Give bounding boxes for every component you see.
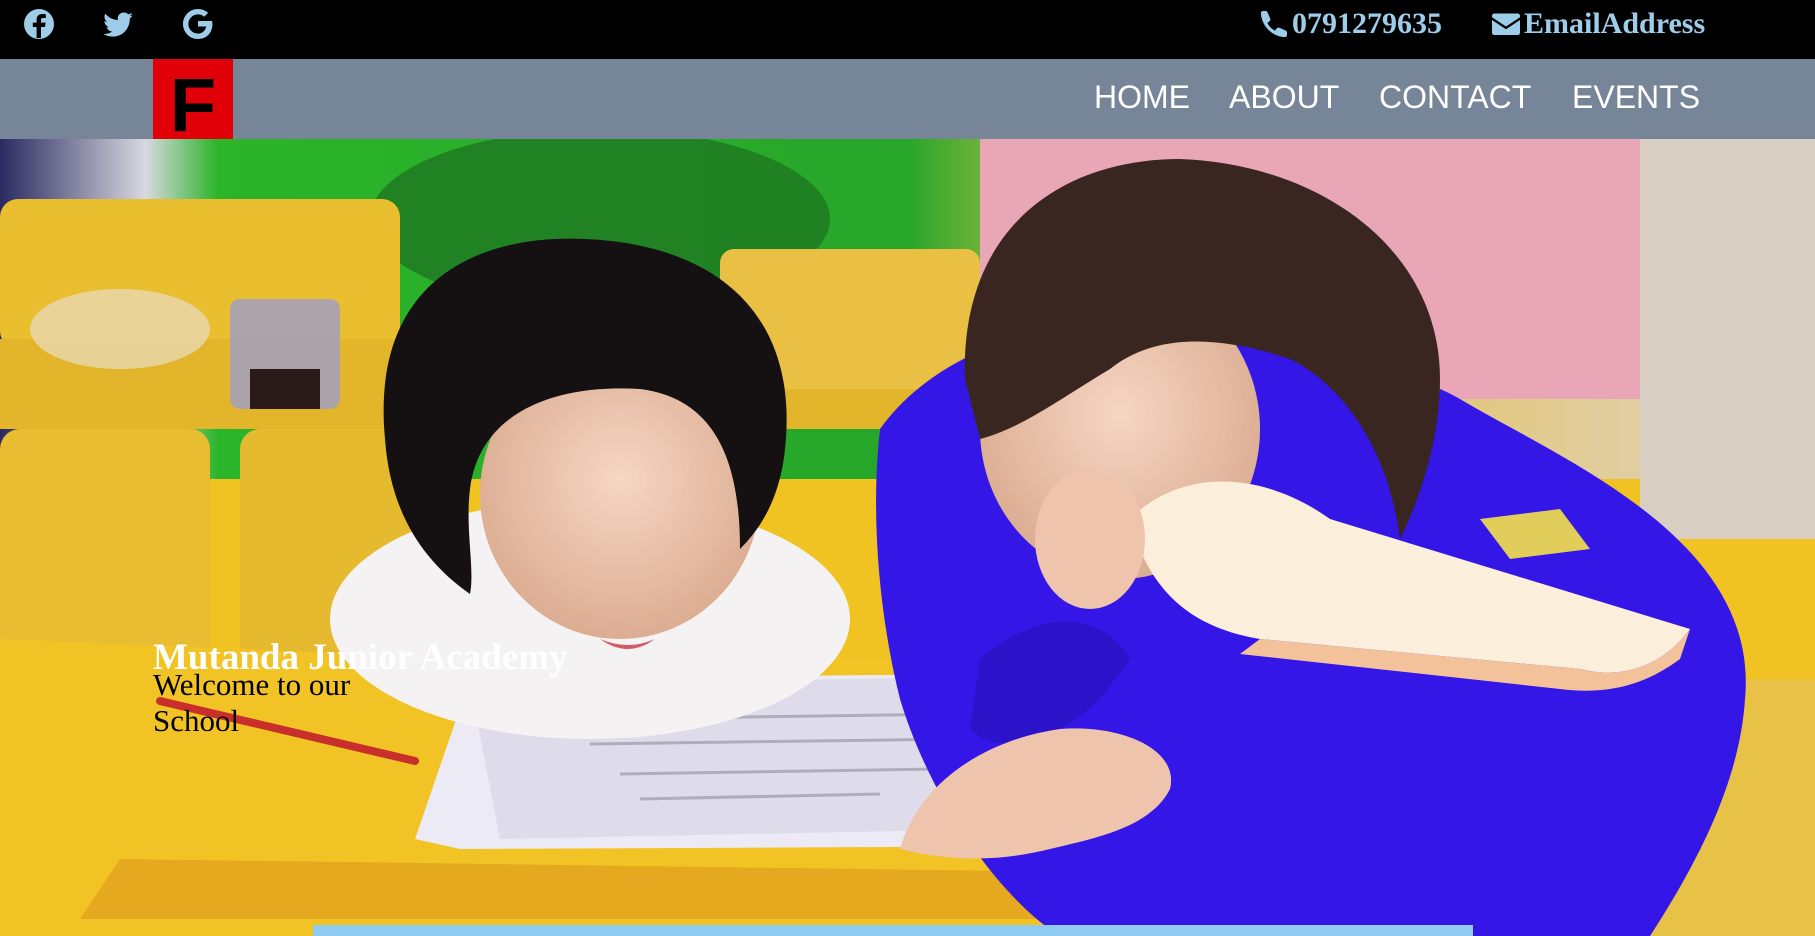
twitter-link[interactable] bbox=[101, 7, 135, 41]
nav-contact[interactable]: CONTACT bbox=[1379, 77, 1531, 117]
facebook-icon bbox=[24, 9, 54, 39]
top-contact-bar: 0791279635 EmailAddress bbox=[0, 0, 1815, 59]
phone-contact[interactable]: 0791279635 bbox=[1258, 6, 1442, 42]
hero-bottom-strip bbox=[313, 925, 1473, 936]
google-icon bbox=[183, 9, 213, 39]
phone-icon bbox=[1260, 11, 1287, 38]
phone-number: 0791279635 bbox=[1292, 7, 1442, 40]
nav-about[interactable]: ABOUT bbox=[1229, 77, 1339, 117]
main-navbar: F HOME ABOUT CONTACT EVENTS bbox=[0, 59, 1815, 148]
email-address: EmailAddress bbox=[1524, 7, 1706, 40]
email-contact[interactable]: EmailAddress bbox=[1490, 6, 1705, 42]
site-logo[interactable]: F bbox=[153, 59, 233, 148]
nav-events[interactable]: EVENTS bbox=[1572, 77, 1700, 117]
envelope-icon bbox=[1492, 13, 1520, 35]
google-link[interactable] bbox=[181, 7, 215, 41]
hero-background-image bbox=[0, 139, 1815, 936]
twitter-icon bbox=[103, 12, 133, 37]
nav-home[interactable]: HOME bbox=[1094, 77, 1190, 117]
hero-banner: Mutanda Junior Academy Welcome to our Sc… bbox=[0, 139, 1815, 936]
facebook-link[interactable] bbox=[22, 7, 56, 41]
hero-subtitle: Welcome to our School bbox=[153, 667, 351, 738]
